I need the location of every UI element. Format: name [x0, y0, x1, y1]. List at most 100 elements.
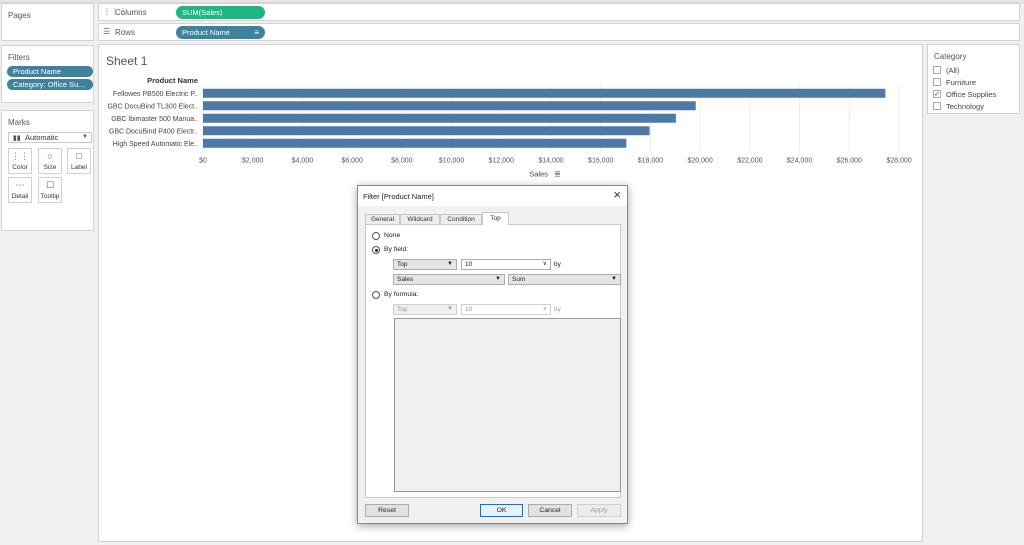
rows-pill-label: Product Name: [182, 28, 230, 37]
chevron-down-icon: ▼: [447, 306, 453, 312]
tick-label: $18,000: [638, 158, 663, 165]
tooltip-icon: ☐: [45, 180, 55, 190]
top-tab-panel: None By field: Top ▼ 10 ∨ by Sales ▼ Sum…: [365, 224, 621, 498]
none-radio-dot: [372, 232, 380, 240]
color-button-label: Color: [12, 164, 28, 171]
checkbox-icon[interactable]: [933, 102, 941, 110]
detail-button[interactable]: ⋯ Detail: [8, 177, 32, 203]
size-button-label: Size: [43, 164, 57, 171]
bar: [203, 138, 627, 148]
category-title: Category: [934, 52, 967, 61]
chevron-down-icon: ▼: [495, 276, 501, 282]
tick-label: $26,000: [837, 158, 862, 165]
rows-pill-product-name[interactable]: Product Name ≡: [176, 26, 265, 39]
chevron-down-icon: ▼: [82, 134, 88, 140]
tab-top[interactable]: Top: [482, 212, 509, 225]
tooltip-button-label: Tooltip: [40, 193, 60, 200]
category-label: GBC DocuBind P400 Electr..: [109, 128, 198, 135]
filter-dialog: Filter [Product Name] × General Wildcard…: [357, 185, 628, 524]
bar: [203, 113, 676, 123]
dialog-title: Filter [Product Name]: [363, 192, 434, 201]
by-field-measure-select[interactable]: Sales ▼: [393, 274, 505, 285]
marks-title: Marks: [8, 118, 30, 127]
by-field-direction-value: Top: [397, 261, 408, 268]
filters-title: Filters: [8, 53, 30, 62]
by-field-direction-select[interactable]: Top ▼: [393, 259, 457, 270]
reset-button[interactable]: Reset: [365, 504, 409, 517]
dialog-titlebar[interactable]: Filter [Product Name] ×: [358, 186, 627, 206]
by-formula-count-combo[interactable]: 10 ∨: [461, 304, 551, 315]
sort-icon: ≣: [554, 170, 561, 179]
tick-label: $6,000: [341, 158, 363, 165]
by-formula-count-value: 10: [465, 306, 473, 313]
tab-wildcard[interactable]: Wildcard: [400, 214, 440, 224]
none-radio-label: None: [384, 232, 401, 239]
columns-label: Columns: [115, 8, 147, 17]
apply-button[interactable]: Apply: [577, 504, 621, 517]
tick-label: $2,000: [242, 158, 264, 165]
category-label: GBC Ibimaster 500 Manua..: [111, 116, 198, 123]
by-field-aggregation-select[interactable]: Sum ▼: [508, 274, 621, 285]
cancel-button[interactable]: Cancel: [528, 504, 572, 517]
size-icon: ○: [47, 151, 53, 161]
by-field-by-text: by: [554, 261, 561, 268]
rows-label: Rows: [115, 28, 136, 37]
tick-label: $0: [199, 158, 207, 165]
x-axis-title: Sales: [529, 170, 548, 179]
by-field-radio-label: By field:: [384, 246, 409, 253]
pages-card[interactable]: Pages: [1, 3, 94, 41]
by-field-count-value: 10: [465, 261, 473, 268]
tick-label: $22,000: [737, 158, 762, 165]
category-filter-card: Category (All) Furniture ✓ Office Supplies T…: [927, 44, 1020, 114]
label-button[interactable]: □ Label: [67, 148, 91, 174]
tick-label: $4,000: [292, 158, 314, 165]
chevron-down-icon: ▼: [611, 276, 617, 282]
by-field-aggregation-value: Sum: [512, 276, 526, 283]
checkbox-icon[interactable]: [933, 66, 941, 74]
by-field-measure-value: Sales: [397, 276, 414, 283]
tick-label: $24,000: [787, 158, 812, 165]
color-button[interactable]: ⋮⋮ Color: [8, 148, 32, 174]
mark-type-dropdown[interactable]: ▮▮ Automatic ▼: [8, 132, 92, 143]
category-label: GBC DocuBind TL300 Elect..: [107, 103, 198, 110]
bar: [203, 101, 696, 111]
close-icon[interactable]: ×: [613, 188, 621, 202]
by-formula-direction-select[interactable]: Top ▼: [393, 304, 457, 315]
by-formula-direction-value: Top: [397, 306, 408, 313]
category-option-label: Technology: [946, 102, 984, 111]
rows-icon: ☰: [103, 27, 111, 36]
filter-pill-product-name[interactable]: Product Name: [7, 66, 93, 77]
detail-icon: ⋯: [15, 180, 25, 190]
tooltip-button[interactable]: ☐ Tooltip: [38, 177, 62, 203]
rows-shelf[interactable]: ☰ Rows Product Name ≡: [98, 23, 1020, 41]
label-button-label: Label: [71, 164, 87, 171]
chevron-down-icon: ▼: [447, 261, 453, 267]
checked-checkbox-icon[interactable]: ✓: [933, 90, 941, 98]
bar: [203, 88, 886, 98]
by-formula-by-text: by: [554, 306, 561, 313]
category-option-label: (All): [946, 66, 960, 75]
columns-pill-sum-sales[interactable]: SUM(Sales): [176, 6, 265, 19]
size-button[interactable]: ○ Size: [38, 148, 62, 174]
label-icon: □: [76, 151, 82, 161]
ok-button[interactable]: OK: [480, 504, 523, 517]
filter-pill-category[interactable]: Category: Office Sup...: [7, 79, 93, 90]
columns-shelf[interactable]: ⋮⋮⋮ Columns SUM(Sales): [98, 3, 1020, 21]
by-field-count-combo[interactable]: 10 ∨: [461, 259, 551, 270]
detail-button-label: Detail: [11, 193, 29, 200]
mark-type-value: Automatic: [25, 133, 59, 142]
tick-label: $28,000: [886, 158, 911, 165]
by-formula-radio-dot: [372, 291, 380, 299]
category-option-label: Furniture: [946, 78, 977, 87]
formula-editor[interactable]: [394, 318, 621, 492]
bar-chart: Product Name Fellowes PB500 Electric P.. G…: [107, 76, 911, 179]
tab-condition[interactable]: Condition: [440, 214, 482, 224]
category-label: High Speed Automatic Ele..: [113, 141, 198, 148]
category-label: Fellowes PB500 Electric P..: [113, 91, 198, 98]
tab-general[interactable]: General: [365, 214, 400, 224]
tick-label: $12,000: [489, 158, 514, 165]
color-icon: ⋮⋮: [11, 151, 29, 161]
checkbox-icon[interactable]: [933, 78, 941, 86]
by-field-radio-dot: [372, 246, 380, 254]
chevron-down-icon: ∨: [542, 261, 547, 267]
